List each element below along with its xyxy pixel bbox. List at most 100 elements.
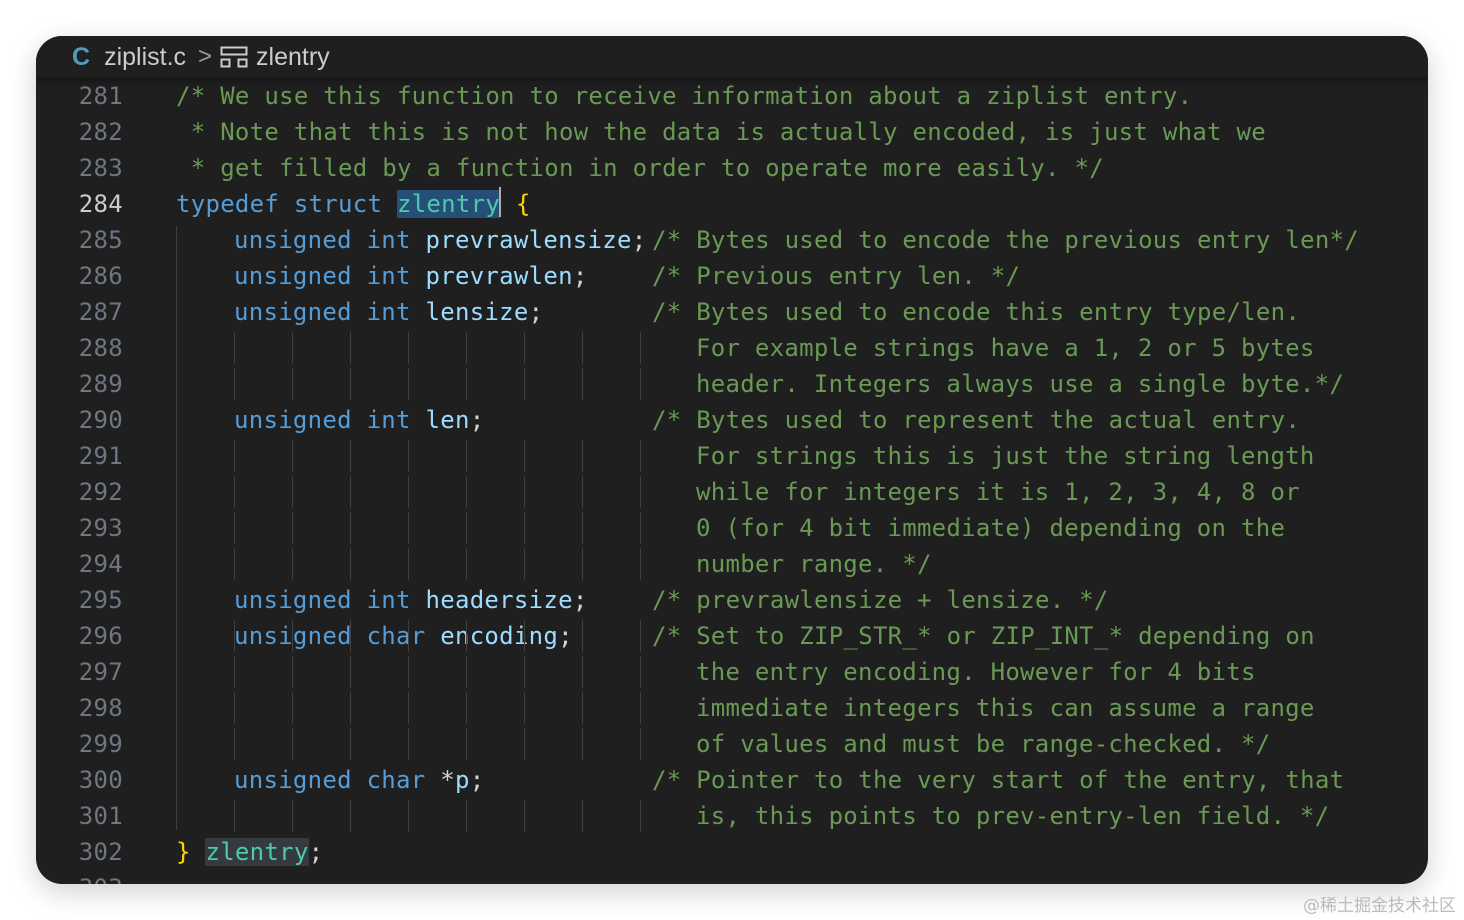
indent-guide	[524, 656, 525, 688]
type-keyword: unsigned	[234, 226, 352, 254]
indent-guide	[234, 656, 235, 688]
line-number: 295	[78, 586, 123, 614]
indent-guide	[524, 800, 525, 832]
indent-guide	[234, 620, 235, 652]
comment: immediate integers this can assume a ran…	[696, 694, 1315, 722]
type-keyword: unsigned	[234, 766, 352, 794]
field-name: len	[425, 406, 470, 434]
semicolon: ;	[558, 622, 573, 650]
code-line: 299 of values and must be range-checked. …	[36, 726, 1428, 762]
field-name: p	[454, 766, 470, 794]
brace: {	[515, 190, 531, 218]
semicolon: ;	[308, 838, 324, 866]
indent-guide	[176, 226, 177, 830]
indent-guide	[234, 800, 235, 832]
type-keyword: unsigned	[234, 298, 352, 326]
indent-guide	[408, 728, 409, 760]
indent-guide	[524, 476, 525, 508]
code-line: 302} zlentry;	[36, 834, 1428, 870]
code-line: 288 For example strings have a 1, 2 or 5 …	[36, 330, 1428, 366]
semicolon: ;	[572, 586, 588, 614]
indent-guide	[408, 476, 409, 508]
line-number: 299	[78, 730, 123, 758]
indent-guide	[524, 548, 525, 580]
indent-guide	[466, 548, 467, 580]
code-editor[interactable]: 281 /* We use this function to receive in…	[36, 78, 1428, 884]
indent-guide	[408, 656, 409, 688]
code-line: 300 unsigned char *p; /* Pointer to the ve…	[36, 762, 1428, 798]
indent-guide	[640, 332, 641, 364]
indent-guide	[234, 512, 235, 544]
indent-guide	[582, 800, 583, 832]
indent-guide	[350, 620, 351, 652]
indent-guide	[582, 728, 583, 760]
line-number: 284	[78, 190, 123, 218]
type-keyword: unsigned	[234, 406, 352, 434]
code-text: } zlentry;	[176, 834, 323, 870]
pointer-star: *	[440, 766, 455, 794]
struct-name: zlentry	[396, 190, 501, 218]
line-number: 291	[78, 442, 123, 470]
comment: while for integers it is 1, 2, 3, 4, 8 o…	[696, 478, 1300, 506]
c-language-icon: C	[72, 42, 91, 71]
comment: For example strings have a 1, 2 or 5 byt…	[696, 334, 1315, 362]
indent-guide	[524, 332, 525, 364]
indent-guide	[466, 620, 467, 652]
field-declaration: unsigned int prevrawlensize;	[234, 222, 646, 258]
indent-guide	[234, 332, 235, 364]
code-line: 282 * Note that this is not how the data…	[36, 114, 1428, 150]
indent-guide	[234, 692, 235, 724]
indent-guide	[640, 620, 641, 652]
indent-guide	[640, 440, 641, 472]
line-number: 296	[78, 622, 123, 650]
indent-guide	[640, 728, 641, 760]
comment: * Note that this is not how the data is …	[176, 118, 1266, 146]
indent-guide	[582, 512, 583, 544]
indent-guide	[350, 332, 351, 364]
indent-guide	[466, 440, 467, 472]
line-number: 287	[78, 298, 123, 326]
brace: }	[176, 838, 191, 866]
field-name: encoding	[440, 622, 559, 650]
comment: header. Integers always use a single byt…	[696, 370, 1345, 398]
watermark: @稀土掘金技术社区	[1303, 896, 1456, 916]
code-line: 291 For strings this is just the string l…	[36, 438, 1428, 474]
indent-guide	[408, 440, 409, 472]
indent-guide	[408, 332, 409, 364]
breadcrumb-symbol[interactable]: zlentry	[256, 43, 330, 72]
type-keyword: unsigned	[234, 586, 352, 614]
breadcrumb-file[interactable]: ziplist.c	[104, 43, 186, 72]
line-number: 292	[78, 478, 123, 506]
indent-guide	[292, 476, 293, 508]
comment: number range. */	[696, 550, 932, 578]
indent-guide	[234, 368, 235, 400]
indent-guide	[292, 548, 293, 580]
comment: /* We use this function to receive infor…	[176, 82, 1193, 110]
line-number: 283	[78, 154, 123, 182]
indent-guide	[466, 368, 467, 400]
indent-guide	[582, 692, 583, 724]
indent-guide	[350, 800, 351, 832]
semicolon: ;	[528, 298, 544, 326]
line-number: 281	[78, 82, 123, 110]
code-line: 301 is, this points to prev-entry-len fie…	[36, 798, 1428, 834]
line-number: 294	[78, 550, 123, 578]
code-line: 281 /* We use this function to receive in…	[36, 78, 1428, 114]
indent-guide	[524, 728, 525, 760]
line-number: 289	[78, 370, 123, 398]
chevron-right-icon: >	[198, 43, 213, 70]
indent-guide	[234, 728, 235, 760]
indent-guide	[234, 440, 235, 472]
code-line: 303	[36, 870, 1428, 884]
indent-guide	[350, 512, 351, 544]
code-line: 296 unsigned char encoding; /* Set to ZIP_…	[36, 618, 1428, 654]
indent-guide	[640, 656, 641, 688]
indent-guide	[292, 368, 293, 400]
indent-guide	[350, 692, 351, 724]
comment: * get filled by a function in order to o…	[176, 154, 1104, 182]
type-keyword: char	[366, 622, 426, 650]
code-line: 284 typedef struct zlentry {	[36, 186, 1428, 222]
editor-window: C ziplist.c > zlentry 281 /* We use this …	[36, 36, 1428, 884]
line-number: 286	[78, 262, 123, 290]
comment: 0 (for 4 bit immediate) depending on the	[696, 514, 1286, 542]
